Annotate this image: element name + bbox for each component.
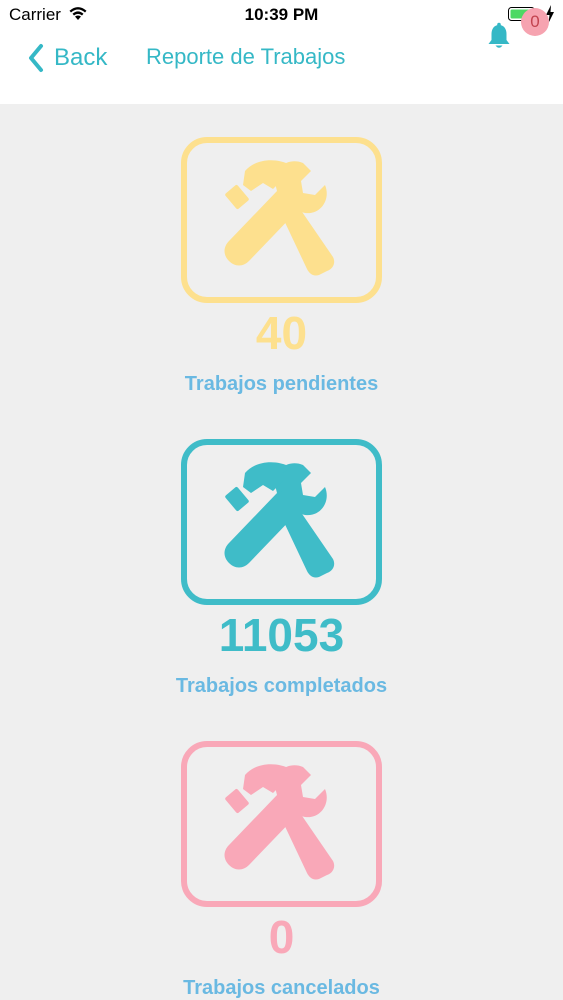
tools-icon — [224, 462, 335, 578]
chevron-left-icon — [29, 44, 43, 72]
pending-jobs-count: 40 — [255, 307, 308, 359]
tools-icon — [224, 160, 335, 276]
completed-jobs-icon-box — [181, 439, 382, 605]
navigation-bar: Carrier 10:39 PM Back Reporte de Trabajo… — [0, 0, 563, 104]
cancelled-jobs-label: Trabajos cancelados — [183, 977, 380, 999]
status-time: 10:39 PM — [244, 5, 319, 24]
completed-jobs-label: Trabajos completados — [175, 675, 388, 697]
page-title: Reporte de Trabajos — [146, 44, 346, 69]
pending-jobs-label: Trabajos pendientes — [184, 373, 379, 395]
cancelled-jobs-count: 0 — [268, 911, 295, 963]
notification-badge: 0 — [521, 8, 549, 36]
pending-jobs-icon-box — [181, 137, 382, 303]
tools-icon — [224, 764, 335, 880]
completed-jobs-count: 11053 — [218, 609, 345, 661]
bell-icon[interactable] — [485, 22, 513, 50]
back-label: Back — [54, 44, 108, 71]
cancelled-jobs-icon-box — [181, 741, 382, 907]
status-bar: Carrier 10:39 PM — [0, 0, 563, 32]
back-button[interactable]: Back — [26, 40, 107, 76]
